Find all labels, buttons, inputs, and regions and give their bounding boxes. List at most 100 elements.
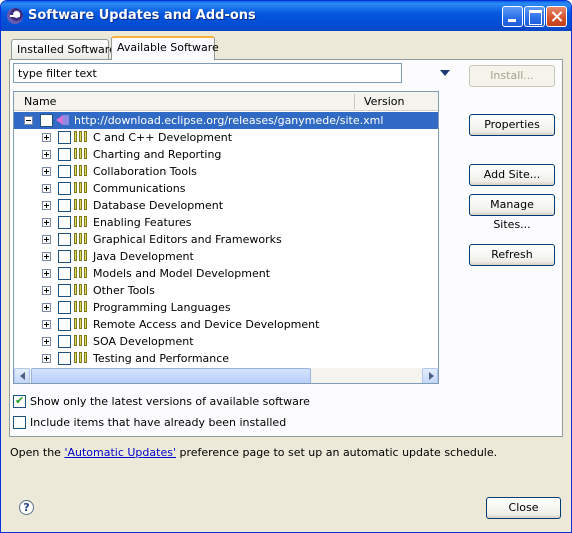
category-checkbox[interactable] (58, 131, 71, 144)
tree-row-category[interactable]: Database Development (14, 197, 438, 214)
tree-row-category[interactable]: Communications (14, 180, 438, 197)
help-icon[interactable]: ? (19, 500, 34, 515)
category-checkbox[interactable] (58, 267, 71, 280)
close-icon[interactable] (546, 6, 567, 27)
column-header-name[interactable]: Name (24, 95, 56, 108)
category-label: SOA Development (93, 335, 194, 348)
category-checkbox[interactable] (58, 216, 71, 229)
expand-icon[interactable] (42, 320, 51, 329)
expand-icon[interactable] (42, 218, 51, 227)
filter-dropdown-icon[interactable] (440, 70, 450, 76)
horizontal-scrollbar[interactable] (14, 368, 438, 383)
category-icon (74, 199, 88, 211)
category-label: Collaboration Tools (93, 165, 197, 178)
tree-row-category[interactable]: Models and Model Development (14, 265, 438, 282)
tab-installed-software-label: Installed Software (17, 43, 116, 56)
tree-row-category[interactable]: C and C++ Development (14, 129, 438, 146)
category-checkbox[interactable] (58, 250, 71, 263)
tab-available-software[interactable]: Available Software (111, 36, 219, 60)
category-checkbox[interactable] (58, 199, 71, 212)
category-checkbox[interactable] (58, 318, 71, 331)
category-checkbox[interactable] (58, 352, 71, 365)
expand-icon[interactable] (42, 201, 51, 210)
category-checkbox[interactable] (58, 335, 71, 348)
category-icon (74, 165, 88, 177)
expand-icon[interactable] (42, 150, 51, 159)
horizontal-scroll-thumb[interactable] (31, 368, 311, 383)
tree-row-site[interactable]: http://download.eclipse.org/releases/gan… (14, 112, 438, 129)
scroll-left-button[interactable] (14, 368, 30, 383)
category-label: Models and Model Development (93, 267, 271, 280)
category-icon (74, 216, 88, 228)
tree-row-category[interactable]: Graphical Editors and Frameworks (14, 231, 438, 248)
tree-row-category[interactable]: Programming Languages (14, 299, 438, 316)
tree-header: Name Version (14, 92, 438, 111)
install-button[interactable]: Install... (469, 65, 555, 87)
expand-icon[interactable] (42, 354, 51, 363)
expand-icon[interactable] (42, 133, 51, 142)
category-checkbox[interactable] (58, 148, 71, 161)
tree-row-category[interactable]: Java Development (14, 248, 438, 265)
title-bar[interactable]: Software Updates and Add-ons (1, 1, 571, 31)
include-installed-label[interactable]: Include items that have already been ins… (30, 416, 286, 429)
category-icon (74, 131, 88, 143)
expand-icon[interactable] (42, 286, 51, 295)
category-icon (74, 318, 88, 330)
scroll-right-button[interactable] (422, 368, 438, 383)
latest-versions-checkbox[interactable] (13, 394, 26, 408)
expand-icon[interactable] (42, 303, 51, 312)
tree-row-category[interactable]: Charting and Reporting (14, 146, 438, 163)
manage-sites-button[interactable]: Manage Sites... (469, 194, 555, 231)
automatic-updates-note: Open the 'Automatic Updates' preference … (10, 446, 497, 459)
maximize-icon[interactable] (524, 6, 545, 27)
column-divider[interactable] (354, 94, 355, 109)
category-icon (74, 301, 88, 313)
column-header-version[interactable]: Version (364, 95, 404, 108)
category-checkbox[interactable] (58, 301, 71, 314)
collapse-icon[interactable] (24, 116, 33, 125)
tree-row-category[interactable]: Remote Access and Device Development (14, 316, 438, 333)
tree-row-category[interactable]: Testing and Performance (14, 350, 438, 367)
category-label: C and C++ Development (93, 131, 233, 144)
category-checkbox[interactable] (58, 233, 71, 246)
category-label: Database Development (93, 199, 224, 212)
category-checkbox[interactable] (58, 284, 71, 297)
category-icon (74, 352, 88, 364)
category-label: Other Tools (93, 284, 155, 297)
category-checkbox[interactable] (58, 165, 71, 178)
automatic-updates-link[interactable]: 'Automatic Updates' (64, 446, 176, 459)
category-label: Charting and Reporting (93, 148, 222, 161)
tab-installed-software[interactable]: Installed Software (11, 39, 116, 59)
close-button[interactable]: Close (486, 497, 561, 519)
category-icon (74, 335, 88, 347)
include-installed-checkbox[interactable] (13, 416, 26, 429)
category-label: Remote Access and Device Development (93, 318, 320, 331)
tree-row-category[interactable]: Collaboration Tools (14, 163, 438, 180)
category-checkbox[interactable] (58, 182, 71, 195)
category-label: Graphical Editors and Frameworks (93, 233, 282, 246)
properties-button[interactable]: Properties (469, 114, 555, 136)
expand-icon[interactable] (42, 235, 51, 244)
minimize-icon[interactable] (502, 6, 523, 27)
latest-versions-label[interactable]: Show only the latest versions of availab… (30, 395, 310, 408)
tree-row-category[interactable]: Enabling Features (14, 214, 438, 231)
category-icon (74, 233, 88, 245)
site-checkbox[interactable] (40, 114, 53, 127)
category-icon (74, 267, 88, 279)
note-prefix: Open the (10, 446, 65, 459)
software-tree[interactable]: Name Version http://download.eclipse.org… (13, 91, 439, 384)
refresh-button[interactable]: Refresh (469, 244, 555, 266)
category-icon (74, 182, 88, 194)
filter-input[interactable] (13, 63, 402, 83)
expand-icon[interactable] (42, 252, 51, 261)
window-title: Software Updates and Add-ons (28, 8, 256, 23)
add-site-button[interactable]: Add Site... (469, 164, 555, 186)
expand-icon[interactable] (42, 167, 51, 176)
category-icon (74, 148, 88, 160)
expand-icon[interactable] (42, 269, 51, 278)
tree-row-category[interactable]: Other Tools (14, 282, 438, 299)
category-icon (74, 250, 88, 262)
expand-icon[interactable] (42, 337, 51, 346)
tree-row-category[interactable]: SOA Development (14, 333, 438, 350)
expand-icon[interactable] (42, 184, 51, 193)
